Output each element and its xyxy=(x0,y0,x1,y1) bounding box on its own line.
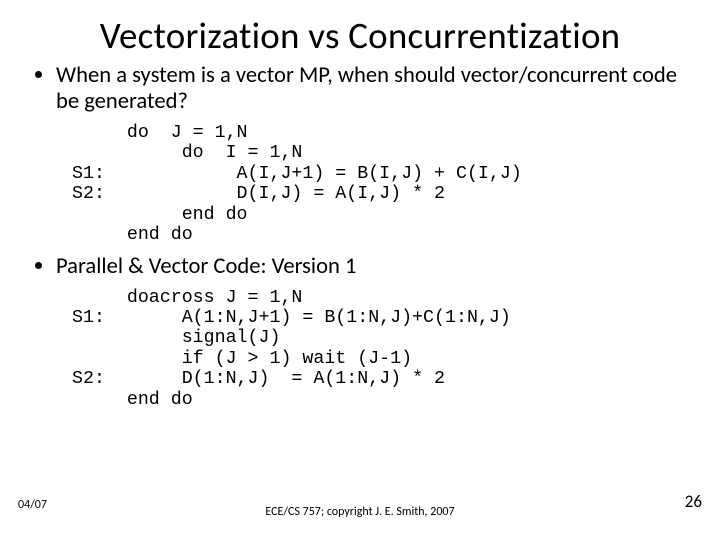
slide: Vectorization vs Concurrentization When … xyxy=(0,0,720,540)
bullet-item: When a system is a vector MP, when shoul… xyxy=(56,63,690,115)
code-block-original: do J = 1,N do I = 1,N S1: A(I,J+1) = B(I… xyxy=(72,123,690,246)
slide-body: When a system is a vector MP, when shoul… xyxy=(0,57,720,411)
bullet-item: Parallel & Vector Code: Version 1 xyxy=(56,254,690,280)
bullet-list: When a system is a vector MP, when shoul… xyxy=(30,63,690,115)
slide-number: 26 xyxy=(685,491,702,512)
code-block-version1: doacross J = 1,N S1: A(1:N,J+1) = B(1:N,… xyxy=(72,288,690,411)
footer-copyright: ECE/CS 757; copyright J. E. Smith, 2007 xyxy=(230,506,490,520)
slide-title: Vectorization vs Concurrentization xyxy=(0,0,720,57)
footer-date: 04/07 xyxy=(18,498,47,512)
bullet-list: Parallel & Vector Code: Version 1 xyxy=(30,254,690,280)
